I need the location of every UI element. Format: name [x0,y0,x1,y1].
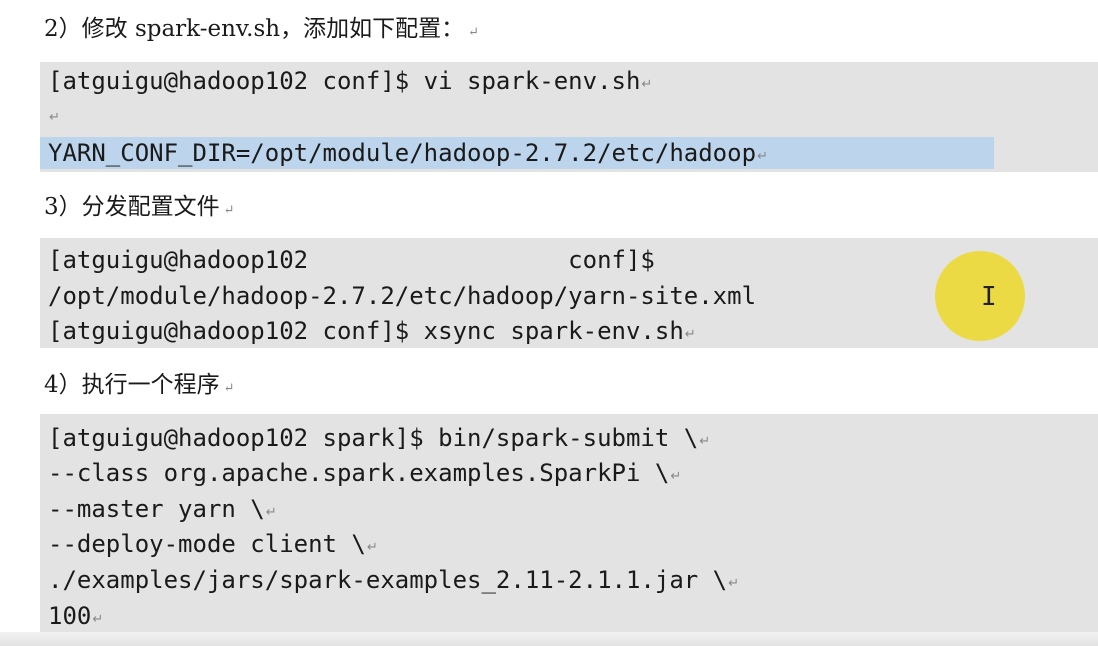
paragraph-mark-icon: ↵ [223,381,235,396]
section-heading-3: 3）分发配置文件 ↵ [44,194,235,220]
paragraph-mark-icon: ↵ [684,327,696,342]
code-line[interactable]: 100↵ [48,599,103,633]
text-cursor-icon: I [981,282,997,312]
code-line[interactable]: /opt/module/hadoop-2.7.2/etc/hadoop/yarn… [48,279,756,313]
code-line-empty[interactable]: ↵ [48,101,60,127]
code-line[interactable]: --deploy-mode client \↵ [48,527,378,561]
paragraph-mark-icon: ↵ [670,469,682,484]
paragraph-mark-icon: ↵ [468,25,480,40]
paragraph-mark-icon: ↵ [265,505,277,520]
paragraph-mark-icon: ↵ [641,77,653,92]
code-line-selected[interactable]: YARN_CONF_DIR=/opt/module/hadoop-2.7.2/e… [48,136,768,170]
code-line[interactable]: [atguigu@hadoop102 spark]$ bin/spark-sub… [48,421,710,455]
section-heading-2: 2）修改 spark-env.sh，添加如下配置： ↵ [44,16,480,42]
code-line[interactable]: [atguigu@hadoop102 conf]$ vi spark-env.s… [48,64,652,98]
paragraph-mark-icon: ↵ [49,110,60,125]
window-bottom-edge [0,632,1098,646]
paragraph-mark-icon: ↵ [699,434,711,449]
cursor-highlight [935,251,1025,341]
paragraph-mark-icon: ↵ [223,203,235,218]
code-line[interactable]: [atguigu@hadoop102 conf]$ xsync spark-en… [48,314,696,348]
paragraph-mark-icon: ↵ [728,576,740,591]
paragraph-mark-icon: ↵ [757,149,768,164]
code-line[interactable]: [atguigu@hadoop102 conf]$ [48,243,655,277]
paragraph-mark-icon: ↵ [92,612,104,627]
section-heading-4: 4）执行一个程序 ↵ [44,372,235,398]
code-line[interactable]: ./examples/jars/spark-examples_2.11-2.1.… [48,563,739,597]
code-line[interactable]: --master yarn \↵ [48,492,277,526]
code-line[interactable]: --class org.apache.spark.examples.SparkP… [48,456,681,490]
paragraph-mark-icon: ↵ [366,540,378,555]
